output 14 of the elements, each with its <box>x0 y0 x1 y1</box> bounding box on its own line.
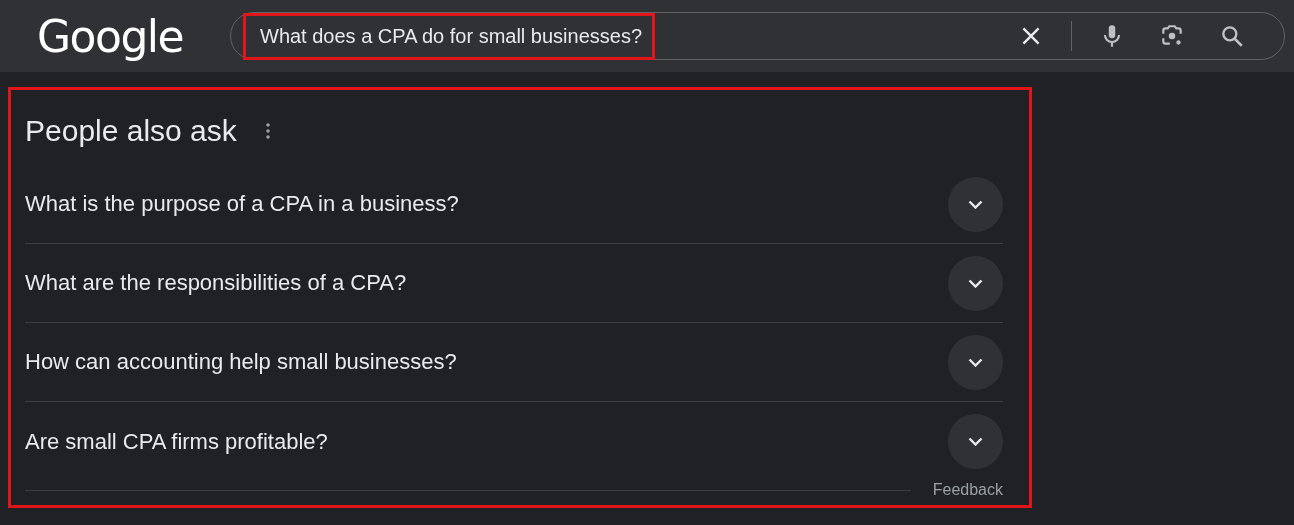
chevron-icon <box>968 278 983 288</box>
question-item[interactable]: What is the purpose of a CPA in a business? <box>25 165 1003 244</box>
search-icon[interactable] <box>1219 23 1245 49</box>
feedback-link[interactable]: Feedback <box>932 481 1003 499</box>
chevron-icon <box>968 199 983 209</box>
search-query: What does a CPA do for small businesses? <box>260 24 643 47</box>
google-logo[interactable]: Google <box>37 10 230 62</box>
section-title: People also ask <box>25 114 237 148</box>
question-item[interactable]: What are the responsibilities of a CPA? <box>25 244 1003 323</box>
question-item[interactable]: How can accounting help small businesses? <box>25 323 1003 402</box>
chevron-icon <box>968 437 983 446</box>
more-options-icon[interactable] <box>264 122 271 140</box>
chevron-icon <box>968 357 983 367</box>
question-item[interactable]: Are small CPA firms profitable? <box>25 402 1003 481</box>
